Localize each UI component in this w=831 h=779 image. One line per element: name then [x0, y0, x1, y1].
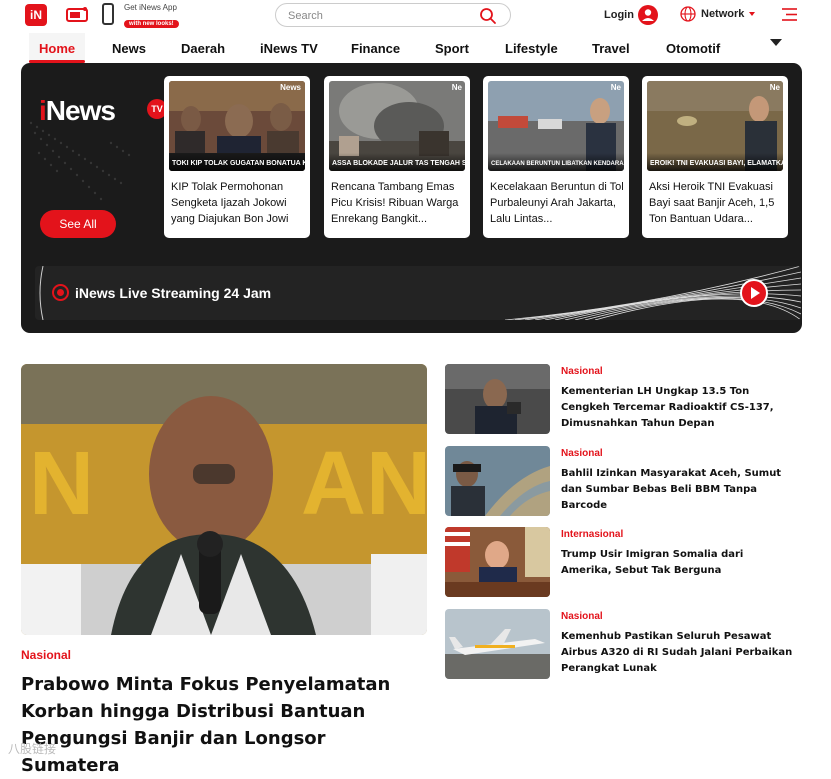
play-icon[interactable]	[740, 279, 768, 307]
video-card[interactable]: Ne ASSA BLOKADE JALUR TAS TENGAH SULAWES…	[324, 76, 470, 238]
video-thumbnail[interactable]: News TOKI KIP TOLAK GUGATAN BONATUA KE A…	[169, 81, 305, 171]
news-title[interactable]: Trump Usir Imigran Somalia dari Amerika,…	[561, 547, 796, 579]
phone-icon[interactable]	[102, 3, 114, 25]
app-promo-badge: with new looks!	[124, 20, 179, 28]
watermark: 八股链接	[8, 742, 57, 756]
news-category[interactable]: Nasional	[561, 366, 603, 377]
nav-item-otomotif[interactable]: Otomotif	[666, 33, 720, 63]
news-thumbnail[interactable]	[445, 527, 550, 597]
chevron-down-icon[interactable]	[749, 12, 755, 16]
news-category[interactable]: Nasional	[561, 448, 603, 459]
nav-item-inews-tv[interactable]: iNews TV	[260, 33, 318, 63]
thumbnail-caption: ASSA BLOKADE JALUR TAS TENGAH SULAWESI	[332, 160, 465, 167]
thumbnail-tag: Ne	[451, 83, 462, 92]
video-card[interactable]: Ne EROIK! TNI EVAKUASI BAYI, ELAMATKAN D…	[642, 76, 788, 238]
inews-tv-panel: iNews TV See All News TOKI KIP TOLAK GUG…	[21, 63, 802, 333]
video-card[interactable]: News TOKI KIP TOLAK GUGATAN BONATUA KE A…	[164, 76, 310, 238]
video-thumbnail[interactable]: Ne CELAKAAN BERUNTUN LIBATKAN KENDARAAN …	[488, 81, 624, 171]
news-list-item[interactable]: Internasional Trump Usir Imigran Somalia…	[445, 527, 805, 597]
search-box	[275, 3, 511, 27]
inews-tv-logo[interactable]: iNews	[39, 95, 116, 127]
logo-letter: i	[39, 95, 47, 126]
svg-text:N: N	[29, 434, 94, 534]
nav-item-finance[interactable]: Finance	[351, 33, 400, 63]
thumbnail-tag: Ne	[769, 83, 780, 92]
video-caption[interactable]: Rencana Tambang Emas Picu Krisis! Ribuan…	[331, 179, 465, 227]
app-promo-title: Get iNews App	[124, 3, 177, 12]
thumbnail-caption: TOKI KIP TOLAK GUGATAN BONATUA KE ANRI	[172, 160, 305, 167]
thumbnail-tag: News	[280, 83, 301, 92]
svg-text:AN: AN	[301, 434, 427, 534]
live-streaming-banner[interactable]: iNews Live Streaming 24 Jam	[35, 266, 801, 320]
search-input[interactable]	[288, 7, 468, 24]
live-streaming-label[interactable]: iNews Live Streaming 24 Jam	[75, 285, 271, 301]
news-list-item[interactable]: Nasional Bahlil Izinkan Masyarakat Aceh,…	[445, 446, 805, 516]
video-caption[interactable]: KIP Tolak Permohonan Sengketa Ijazah Jok…	[171, 179, 305, 227]
nav-item-home[interactable]: Home	[29, 33, 86, 63]
video-thumbnail[interactable]: Ne EROIK! TNI EVAKUASI BAYI, ELAMATKAN D…	[647, 81, 783, 171]
thumbnail-caption: EROIK! TNI EVAKUASI BAYI, ELAMATKAN DARI…	[650, 160, 783, 167]
news-title[interactable]: Bahlil Izinkan Masyarakat Aceh, Sumut da…	[561, 466, 796, 514]
logo-word: News	[45, 95, 116, 126]
news-list-item[interactable]: Nasional Kemenhub Pastikan Seluruh Pesaw…	[445, 609, 805, 679]
nav-more-icon[interactable]	[770, 39, 782, 46]
see-all-button[interactable]: See All	[40, 210, 116, 238]
site-header: iN Get iNews App with new looks! Login N…	[0, 0, 831, 33]
menu-icon[interactable]	[781, 7, 798, 22]
globe-icon[interactable]	[680, 6, 696, 22]
thumbnail-tag: Ne	[610, 83, 621, 92]
video-caption[interactable]: Aksi Heroik TNI Evakuasi Bayi saat Banji…	[649, 179, 783, 227]
network-menu[interactable]: Network	[701, 8, 744, 20]
news-thumbnail[interactable]	[445, 364, 550, 434]
avatar-icon[interactable]	[638, 5, 658, 25]
search-icon[interactable]	[479, 7, 497, 25]
news-category[interactable]: Nasional	[561, 611, 603, 622]
headline-image[interactable]: N AN	[21, 364, 427, 635]
news-thumbnail[interactable]	[445, 609, 550, 679]
tv-icon[interactable]	[66, 7, 88, 23]
video-caption[interactable]: Kecelakaan Beruntun di Tol Purbaleunyi A…	[490, 179, 624, 227]
site-logo[interactable]: iN	[25, 4, 47, 26]
thumbnail-caption: CELAKAAN BERUNTUN LIBATKAN KENDARAAN DI …	[491, 161, 624, 167]
nav-item-sport[interactable]: Sport	[435, 33, 469, 63]
nav-item-travel[interactable]: Travel	[592, 33, 630, 63]
news-title[interactable]: Kementerian LH Ungkap 13.5 Ton Cengkeh T…	[561, 384, 796, 432]
video-thumbnail[interactable]: Ne ASSA BLOKADE JALUR TAS TENGAH SULAWES…	[329, 81, 465, 171]
main-nav: Home News Daerah iNews TV Finance Sport …	[0, 33, 831, 63]
app-promo[interactable]: Get iNews App with new looks!	[124, 3, 179, 30]
login-link[interactable]: Login	[604, 9, 634, 21]
live-icon	[52, 284, 69, 301]
news-thumbnail[interactable]	[445, 446, 550, 516]
nav-item-news[interactable]: News	[112, 33, 146, 63]
headline-category[interactable]: Nasional	[21, 648, 71, 662]
headline-title[interactable]: Prabowo Minta Fokus Penyelamatan Korban …	[21, 671, 421, 779]
news-title[interactable]: Kemenhub Pastikan Seluruh Pesawat Airbus…	[561, 629, 796, 677]
nav-item-lifestyle[interactable]: Lifestyle	[505, 33, 558, 63]
video-card[interactable]: Ne CELAKAAN BERUNTUN LIBATKAN KENDARAAN …	[483, 76, 629, 238]
news-list-item[interactable]: Nasional Kementerian LH Ungkap 13.5 Ton …	[445, 364, 805, 434]
nav-item-daerah[interactable]: Daerah	[181, 33, 225, 63]
nav-item-label: Home	[39, 40, 76, 56]
news-category[interactable]: Internasional	[561, 529, 623, 540]
